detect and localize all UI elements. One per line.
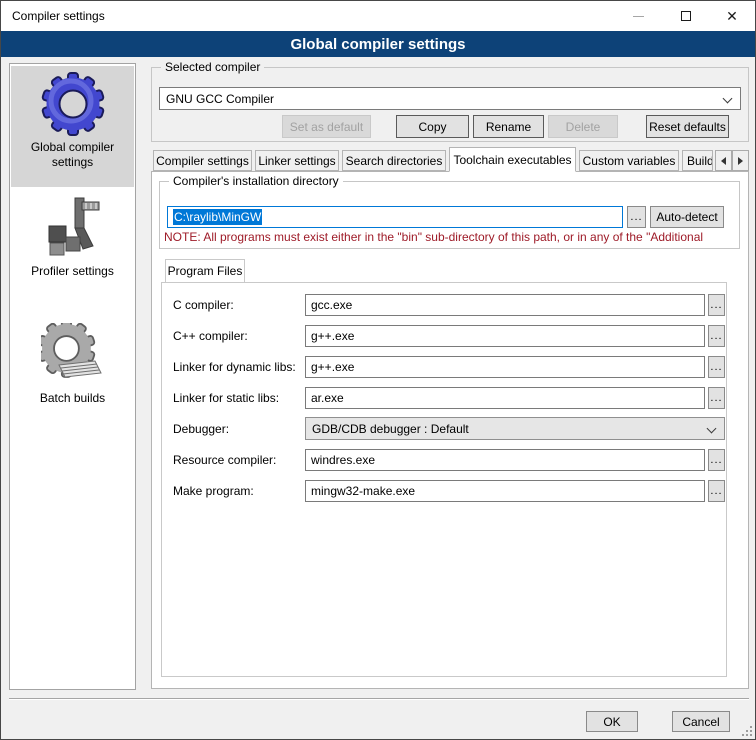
compiler-select-value: GNU GCC Compiler	[166, 92, 274, 106]
cpp-compiler-label: C++ compiler:	[173, 329, 248, 343]
auto-detect-button[interactable]: Auto-detect	[650, 206, 724, 228]
linker-dynamic-input[interactable]	[305, 356, 705, 378]
resource-compiler-browse-button[interactable]: ...	[708, 449, 725, 471]
compiler-select[interactable]: GNU GCC Compiler	[159, 87, 741, 110]
cpp-compiler-browse-button[interactable]: ...	[708, 325, 725, 347]
browse-directory-button[interactable]: ...	[627, 206, 646, 228]
linker-static-browse-button[interactable]: ...	[708, 387, 725, 409]
settings-sidebar: Global compiler settings Profiler settin…	[9, 63, 136, 690]
tab-scroll-right-button[interactable]	[732, 150, 749, 171]
selected-compiler-group-label: Selected compiler	[161, 60, 264, 74]
minimize-icon	[633, 16, 644, 17]
installation-directory-input[interactable]: C:\raylib\MinGW	[167, 206, 623, 228]
footer-separator	[9, 698, 749, 700]
linker-static-label: Linker for static libs:	[173, 391, 279, 405]
debugger-label: Debugger:	[173, 422, 229, 436]
sidebar-item-global-compiler-settings[interactable]: Global compiler settings	[11, 66, 134, 187]
resource-compiler-label: Resource compiler:	[173, 453, 276, 467]
chevron-down-icon	[723, 94, 733, 104]
installation-directory-group-label: Compiler's installation directory	[169, 174, 343, 188]
set-as-default-button[interactable]: Set as default	[282, 115, 371, 138]
window-title: Compiler settings	[12, 9, 105, 23]
debugger-select-value: GDB/CDB debugger : Default	[312, 422, 469, 436]
cpp-compiler-input[interactable]	[305, 325, 705, 347]
cancel-button[interactable]: Cancel	[672, 711, 730, 732]
linker-static-input[interactable]	[305, 387, 705, 409]
rename-button[interactable]: Rename	[473, 115, 544, 138]
reset-defaults-button[interactable]: Reset defaults	[646, 115, 729, 138]
title-bar: Compiler settings ✕	[1, 1, 755, 31]
tab-build-options[interactable]: Build options	[682, 150, 713, 171]
copy-button[interactable]: Copy	[396, 115, 469, 138]
compiler-settings-dialog: Compiler settings ✕ Global compiler sett…	[0, 0, 756, 740]
tab-search-directories[interactable]: Search directories	[342, 150, 446, 171]
make-program-label: Make program:	[173, 484, 254, 498]
page-title: Global compiler settings	[1, 31, 755, 57]
close-icon: ✕	[726, 9, 738, 23]
sidebar-item-label: Global compiler settings	[11, 136, 134, 178]
arrow-right-icon	[738, 157, 743, 165]
make-program-browse-button[interactable]: ...	[708, 480, 725, 502]
ok-button[interactable]: OK	[586, 711, 638, 732]
chevron-down-icon	[707, 424, 717, 434]
linker-dynamic-browse-button[interactable]: ...	[708, 356, 725, 378]
c-compiler-label: C compiler:	[173, 298, 234, 312]
maximize-icon	[681, 11, 691, 21]
tab-linker-settings[interactable]: Linker settings	[255, 150, 339, 171]
linker-dynamic-label: Linker for dynamic libs:	[173, 360, 296, 374]
sidebar-item-profiler-settings[interactable]: Profiler settings	[11, 190, 134, 314]
tab-toolchain-executables[interactable]: Toolchain executables	[449, 147, 576, 172]
maximize-button[interactable]	[663, 1, 709, 31]
delete-button[interactable]: Delete	[548, 115, 618, 138]
tab-compiler-settings[interactable]: Compiler settings	[153, 150, 252, 171]
resource-compiler-input[interactable]	[305, 449, 705, 471]
arrow-left-icon	[721, 157, 726, 165]
gear-stack-icon	[11, 317, 134, 387]
installation-directory-value: C:\raylib\MinGW	[173, 209, 262, 225]
close-button[interactable]: ✕	[709, 1, 755, 31]
minimize-button[interactable]	[615, 1, 661, 31]
c-compiler-browse-button[interactable]: ...	[708, 294, 725, 316]
resize-grip[interactable]	[750, 734, 752, 736]
subtab-program-files[interactable]: Program Files	[165, 259, 245, 283]
debugger-select[interactable]: GDB/CDB debugger : Default	[305, 417, 725, 440]
sidebar-item-batch-builds[interactable]: Batch builds	[11, 317, 134, 435]
tab-scroll-left-button[interactable]	[715, 150, 732, 171]
tab-custom-variables[interactable]: Custom variables	[579, 150, 679, 171]
make-program-input[interactable]	[305, 480, 705, 502]
sidebar-item-label: Profiler settings	[11, 260, 134, 287]
caliper-icon	[11, 190, 134, 260]
blue-gear-icon	[11, 66, 134, 136]
sidebar-item-label: Batch builds	[11, 387, 134, 414]
note-text: NOTE: All programs must exist either in …	[164, 230, 738, 244]
c-compiler-input[interactable]	[305, 294, 705, 316]
